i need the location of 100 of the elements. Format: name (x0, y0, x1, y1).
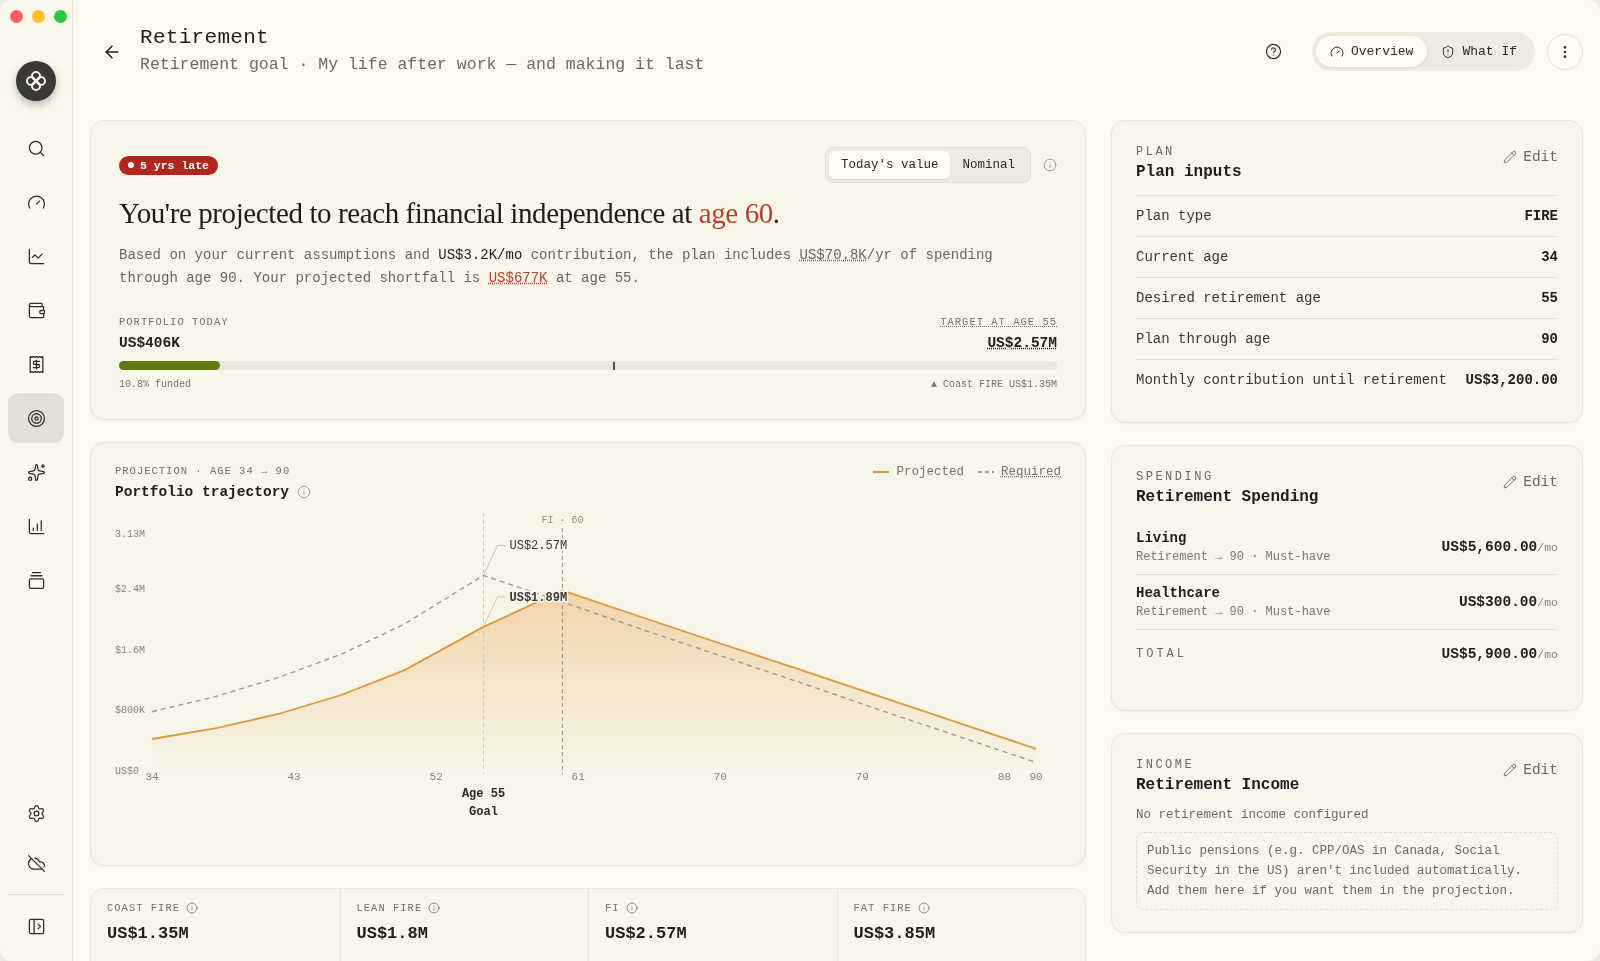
legend-swatch (978, 470, 994, 474)
axis-tick-label: 52 (429, 771, 443, 783)
card-title: Retirement Spending (1136, 488, 1319, 506)
portfolio-label: PORTFOLIO TODAY (119, 316, 229, 328)
total-amount: US$5,900.00 (1441, 646, 1538, 662)
legend-label: Required (1001, 465, 1061, 479)
info-note: Public pensions (e.g. CPP/OAS in Canada, Social Security in the US) aren't included automatically. Add them here if you want them in the projection. (1136, 832, 1558, 910)
target-label: LEAN FIRE (356, 902, 423, 914)
callout-label: US$2.57M (509, 539, 568, 554)
pencil-icon (1503, 475, 1518, 489)
help-icon (1264, 43, 1282, 60)
axis-tick-label: 61 (571, 771, 585, 783)
sparkles-icon (26, 462, 46, 482)
card-eyebrow: PLAN (1136, 145, 1176, 159)
status-badge: 5 yrs late (119, 155, 218, 175)
axis-tick-label: 79 (855, 771, 869, 783)
field-label: Monthly contribution until retirement (1136, 372, 1447, 388)
cloud-off-icon (26, 853, 46, 873)
page-title: Retirement (140, 26, 271, 49)
target-value: US$1.35M (107, 924, 190, 943)
total-label: TOTAL (1136, 647, 1187, 661)
axis-tick-label: 90 (1029, 771, 1043, 783)
leader-line (483, 596, 506, 628)
line-chart-icon (26, 246, 46, 266)
info-icon (625, 902, 638, 914)
axis-tick-label: $2.4M (115, 584, 145, 596)
field-label: Desired retirement age (1136, 290, 1321, 306)
axis-tick-label: 88 (997, 771, 1012, 783)
expense-amount: US$300.00 (1458, 594, 1538, 610)
reference-label: Age 55 (461, 787, 506, 801)
leader-line (483, 544, 506, 576)
info-icon (428, 902, 441, 914)
axis-tick-label: 34 (145, 771, 159, 783)
view-tab[interactable]: Overview (1315, 36, 1428, 67)
axis-tick-label: 70 (713, 771, 727, 783)
field-value: FIRE (1524, 208, 1558, 224)
pencil-icon (1503, 150, 1518, 164)
edit-button[interactable]: Edit (1503, 474, 1558, 490)
page-subtitle: Retirement goal · My life after work — and making it last (140, 55, 705, 74)
close-button[interactable] (10, 10, 23, 23)
pencil-icon (1503, 763, 1518, 777)
expense-amount: US$5,600.00 (1441, 539, 1538, 555)
field-label: Plan through age (1136, 331, 1271, 347)
reference-label: FI · 60 (541, 515, 584, 526)
target-value: US$1.8M (356, 924, 429, 943)
target-value: US$2.57M (605, 924, 688, 943)
field-value: US$3,200.00 (1465, 372, 1558, 388)
chart-eyebrow: PROJECTION · AGE 34 → 90 (115, 465, 291, 477)
axis-tick-label: 3.13M (115, 529, 145, 540)
field-label: Plan type (1136, 208, 1212, 224)
axis-tick-label: $800K (115, 705, 145, 717)
expense-detail: Retirement → 90 · Must-have (1136, 550, 1331, 564)
reference-label: Goal (469, 805, 498, 819)
target-value: US$3.85M (853, 924, 937, 943)
expense-name: Healthcare (1136, 585, 1221, 601)
field-value: 34 (1541, 249, 1558, 265)
card-eyebrow: SPENDING (1136, 470, 1215, 484)
amount-unit: /mo (1537, 541, 1558, 554)
projection-headline: You're projected to reach financial independence at age 60. (119, 197, 781, 230)
info-icon (1043, 158, 1057, 172)
amount-unit: /mo (1537, 648, 1558, 661)
wallet-icon (26, 300, 46, 320)
empty-message: No retirement income configured (1136, 808, 1370, 822)
card-title: Retirement Income (1136, 776, 1300, 794)
info-icon (917, 902, 930, 914)
value-mode-tab[interactable]: Nominal (950, 151, 1027, 179)
target-label: TARGET AT AGE 55 (940, 316, 1057, 328)
target-value: US$2.57M (987, 335, 1057, 351)
value-mode-tab[interactable]: Today's value (828, 151, 951, 179)
shield-icon (1441, 44, 1456, 59)
info-icon (297, 485, 312, 499)
funded-text: 10.8% funded (119, 379, 191, 390)
info-icon (186, 902, 198, 914)
panel-icon (26, 916, 46, 936)
field-value: 55 (1541, 290, 1558, 306)
target-label: COAST FIRE (107, 902, 180, 914)
expense-detail: Retirement → 90 · Must-have (1136, 605, 1331, 619)
field-value: 90 (1541, 331, 1558, 347)
coast-fire-note: ▲ Coast FIRE US$1.35M (930, 379, 1057, 390)
target-icon (26, 408, 46, 428)
view-tab[interactable]: What If (1427, 36, 1531, 67)
axis-tick-label: 43 (287, 771, 301, 783)
chart-title: Portfolio trajectory (115, 484, 290, 500)
field-label: Current age (1136, 249, 1229, 265)
edit-button[interactable]: Edit (1503, 762, 1558, 778)
bar-chart-icon (26, 516, 46, 536)
portfolio-value: US$406K (119, 335, 180, 351)
goals-nav-item[interactable] (8, 393, 64, 443)
target-label: FI (605, 902, 620, 914)
gauge-icon (1329, 44, 1344, 59)
app-logo (16, 61, 56, 101)
axis-tick-label: $1.6M (115, 644, 145, 656)
edit-button[interactable]: Edit (1503, 149, 1558, 165)
legend-label: Projected (896, 465, 964, 479)
target-label: FAT FIRE (853, 902, 912, 914)
axis-tick-label: US$0 (115, 766, 139, 777)
card-eyebrow: INCOME (1136, 758, 1196, 772)
search-icon (26, 138, 46, 158)
legend-swatch (873, 470, 890, 474)
card-title: Plan inputs (1136, 163, 1242, 181)
